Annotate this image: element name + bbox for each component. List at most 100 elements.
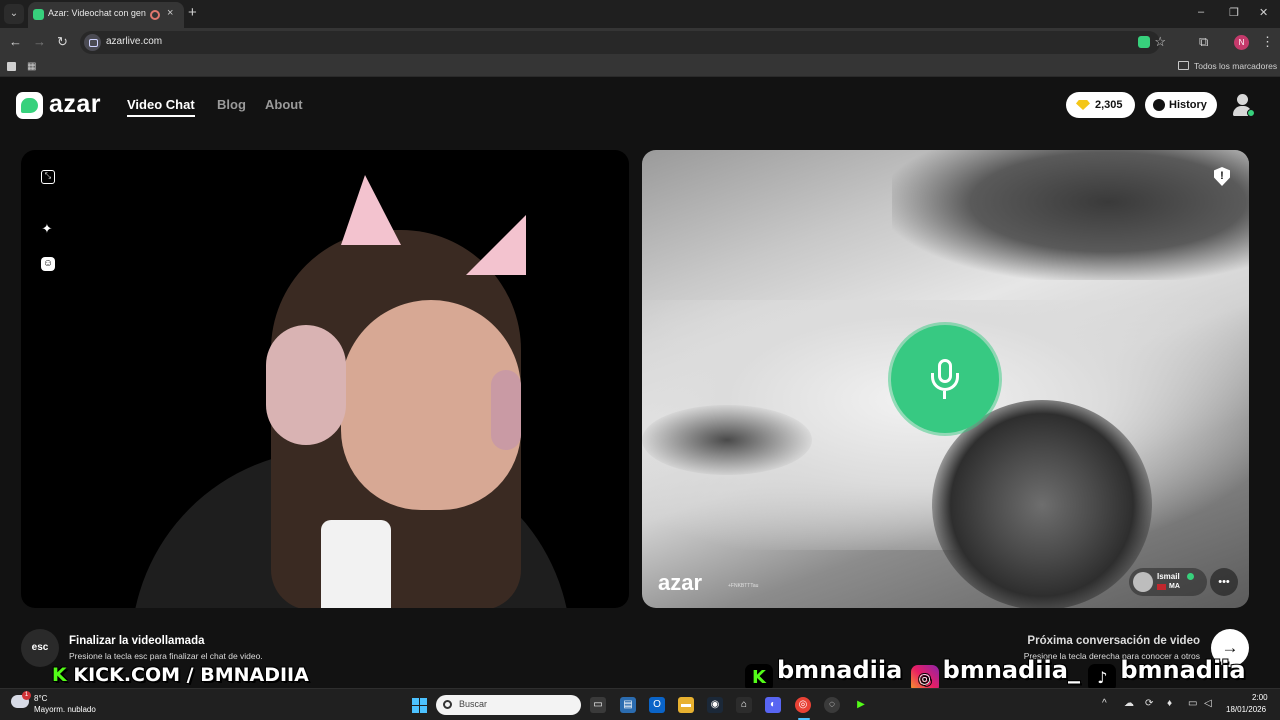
onedrive-cloud-icon[interactable]: ☁ bbox=[1124, 698, 1134, 709]
tray-chevron-icon[interactable]: ^ bbox=[1102, 698, 1107, 709]
weather-temperature[interactable]: 8°C bbox=[34, 694, 47, 703]
tab-title: Azar: Videochat con gente bbox=[48, 8, 146, 18]
url-text[interactable]: azarlive.com bbox=[106, 36, 162, 47]
azar-logo-text[interactable]: azar bbox=[49, 90, 101, 119]
blurred-car-headlight bbox=[642, 405, 812, 475]
microphone-cup-shape bbox=[931, 373, 959, 391]
store-icon[interactable]: ▤ bbox=[620, 697, 636, 713]
headphone-left bbox=[266, 325, 346, 445]
profile-avatar[interactable]: N bbox=[1234, 35, 1249, 50]
folder-icon bbox=[1178, 61, 1189, 70]
end-call-hint: Presione la tecla esc para finalizar el … bbox=[69, 651, 263, 661]
windows-start-icon[interactable] bbox=[412, 698, 427, 713]
history-label: History bbox=[1169, 99, 1207, 111]
sync-icon[interactable]: ⟳ bbox=[1145, 698, 1153, 709]
end-call-esc-button[interactable]: esc bbox=[21, 629, 59, 667]
watermark-id: +FNKBTTTau bbox=[728, 583, 759, 589]
bookmarks-bar: ▦ Todos los marcadores bbox=[0, 57, 1280, 77]
outlook-icon[interactable]: O bbox=[649, 697, 665, 713]
forward-arrow-icon[interactable]: → bbox=[33, 34, 46, 49]
azar-extension-icon[interactable] bbox=[1138, 36, 1150, 48]
morocco-flag-icon bbox=[1157, 584, 1166, 590]
address-bar: ← → ↻ azarlive.com ☆ ⧉ N ⋮ bbox=[0, 28, 1280, 57]
azar-page: azar Video Chat Blog About 2,305 History… bbox=[0, 78, 1280, 688]
capture-app-icon[interactable]: ⌂ bbox=[736, 697, 752, 713]
social-handles-overlay: Kbmnadiia ◎ bmnadiia_ ♪ bmnadiia bbox=[745, 656, 1246, 693]
bookmark-star-icon[interactable]: ☆ bbox=[1154, 34, 1166, 50]
gems-button[interactable]: 2,305 bbox=[1066, 92, 1135, 118]
obs-icon[interactable]: ◌ bbox=[824, 697, 840, 713]
kick-handle: bmnadiia bbox=[777, 656, 903, 684]
reload-icon[interactable]: ↻ bbox=[57, 34, 68, 50]
magic-wand-effects-icon[interactable]: ✦ bbox=[40, 222, 54, 236]
maximize-button[interactable]: ❐ bbox=[1229, 6, 1239, 19]
kick-url-overlay: K KICK.COM / BMNADIIA bbox=[52, 664, 309, 690]
back-arrow-icon[interactable]: ← bbox=[9, 34, 22, 49]
azar-favicon-icon bbox=[33, 9, 44, 20]
nav-blog[interactable]: Blog bbox=[217, 97, 246, 112]
azar-watermark: azar bbox=[658, 570, 703, 595]
nav-video-chat[interactable]: Video Chat bbox=[127, 97, 195, 112]
tab-close-icon[interactable]: × bbox=[167, 7, 173, 19]
kick-app-icon[interactable]: ▶ bbox=[853, 697, 869, 713]
url-omnibox[interactable]: azarlive.com ☆ bbox=[80, 31, 1166, 54]
headphone-right bbox=[491, 370, 521, 450]
nav-about[interactable]: About bbox=[265, 97, 303, 112]
instagram-handle: bmnadiia_ bbox=[942, 656, 1080, 684]
browser-tab-azar[interactable]: Azar: Videochat con gente × bbox=[28, 2, 184, 28]
all-bookmarks-link[interactable]: Todos los marcadores bbox=[1194, 61, 1277, 71]
browser-tabbar: ⌄ Azar: Videochat con gente × + – ❐ ✕ bbox=[0, 0, 1280, 28]
search-icon bbox=[443, 700, 452, 709]
local-video-feed: ⤡ ✦ ☺ bbox=[21, 150, 629, 608]
chat-bubble-button[interactable]: ••• bbox=[1210, 568, 1238, 596]
remote-video-feed: ! azar +FNKBTTTau Ismail MA ••• bbox=[642, 150, 1249, 608]
weather-alert-badge: 1 bbox=[22, 691, 31, 700]
partner-name: Ismail bbox=[1157, 572, 1180, 581]
blurred-car-window bbox=[892, 150, 1249, 280]
collapse-view-icon[interactable]: ⤡ bbox=[41, 170, 55, 184]
bookmark-square-icon[interactable] bbox=[7, 62, 16, 71]
cat-ear-right bbox=[466, 215, 526, 275]
apps-grid-icon[interactable]: ▦ bbox=[27, 61, 36, 72]
network-icon[interactable]: ▭ bbox=[1188, 698, 1197, 709]
windows-taskbar: 1 8°C Mayorm. nublado Buscar ▭ ▤ O ▬ ◉ ⌂… bbox=[0, 688, 1280, 720]
extensions-puzzle-icon[interactable]: ⧉ bbox=[1199, 34, 1208, 50]
discord-icon[interactable]: ◐ bbox=[765, 697, 781, 713]
online-status-dot bbox=[1247, 109, 1255, 117]
minimize-button[interactable]: – bbox=[1198, 6, 1204, 18]
new-tab-button[interactable]: + bbox=[188, 5, 197, 21]
mic-tray-icon[interactable]: ♦ bbox=[1167, 698, 1172, 709]
history-button[interactable]: History bbox=[1145, 92, 1217, 118]
search-placeholder: Buscar bbox=[459, 699, 488, 709]
close-window-button[interactable]: ✕ bbox=[1259, 6, 1268, 19]
clock-date[interactable]: 18/01/2026 bbox=[1226, 705, 1266, 714]
file-explorer-icon[interactable]: ▬ bbox=[678, 697, 694, 713]
chrome-icon[interactable]: ◎ bbox=[795, 697, 811, 713]
gem-icon bbox=[1076, 100, 1090, 110]
microphone-button[interactable] bbox=[891, 325, 999, 433]
tab-search-chevron-icon[interactable]: ⌄ bbox=[4, 4, 24, 24]
partner-avatar bbox=[1133, 572, 1153, 592]
partner-chip[interactable]: Ismail MA bbox=[1129, 568, 1207, 596]
task-view-icon[interactable]: ▭ bbox=[590, 697, 606, 713]
kick-url-text: KICK.COM / BMNADIIA bbox=[73, 664, 309, 686]
taskbar-search[interactable]: Buscar bbox=[436, 695, 581, 715]
cat-ear-left bbox=[341, 175, 401, 245]
face-filter-icon[interactable]: ☺ bbox=[41, 257, 55, 271]
kick-k-icon: K bbox=[52, 664, 67, 686]
clock-icon bbox=[1153, 99, 1165, 111]
site-info-icon[interactable] bbox=[84, 34, 101, 51]
browser-menu-icon[interactable]: ⋮ bbox=[1261, 34, 1274, 50]
volume-icon[interactable]: ◁ bbox=[1204, 698, 1212, 709]
weather-condition[interactable]: Mayorm. nublado bbox=[34, 705, 96, 714]
user-profile-icon[interactable] bbox=[1232, 93, 1255, 117]
partner-country: MA bbox=[1169, 583, 1180, 590]
microphone-stem-shape bbox=[943, 391, 946, 399]
clock-time[interactable]: 2:00 bbox=[1252, 693, 1268, 702]
user-head-shape bbox=[1237, 94, 1248, 105]
tiktok-handle: bmnadiia bbox=[1120, 656, 1246, 684]
azar-logo-icon[interactable] bbox=[16, 92, 43, 119]
blurred-car-wheel bbox=[932, 400, 1152, 608]
steam-icon[interactable]: ◉ bbox=[707, 697, 723, 713]
next-call-title: Próxima conversación de video bbox=[1027, 635, 1200, 647]
